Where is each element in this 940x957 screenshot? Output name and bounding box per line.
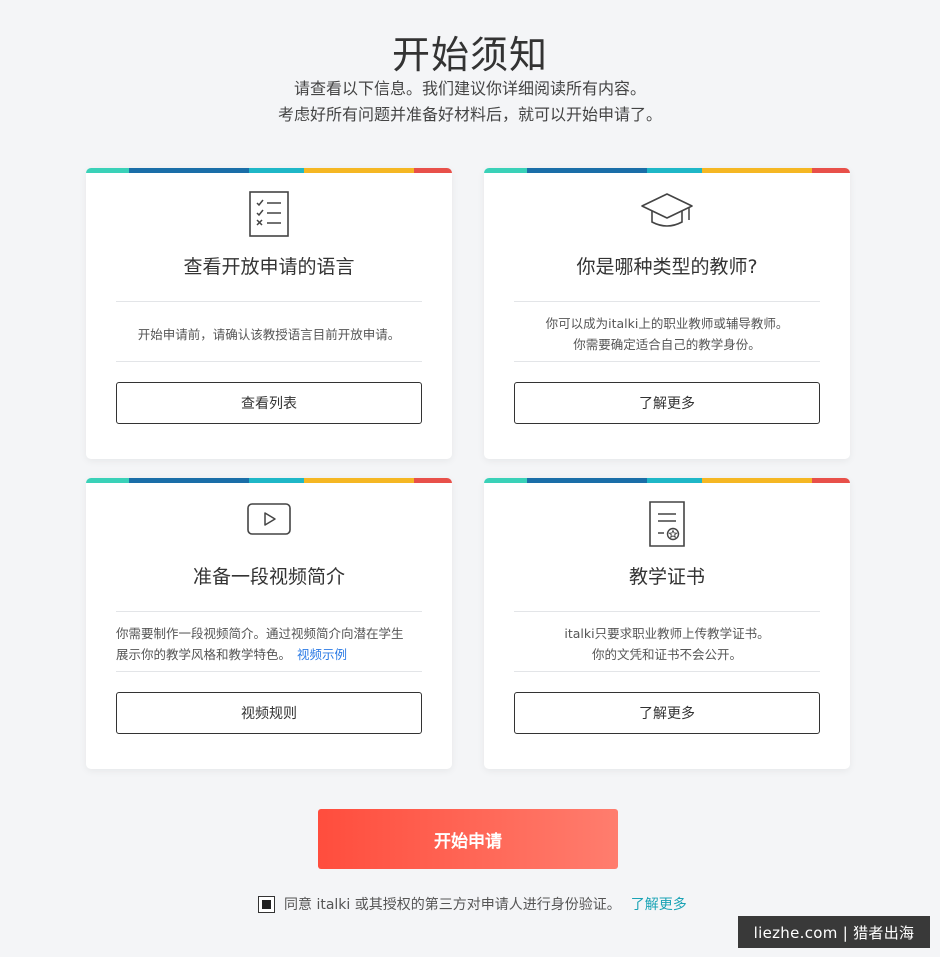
card-description-line: 开始申请前，请确认该教授语言目前开放申请。 xyxy=(137,326,401,342)
divider xyxy=(514,301,820,302)
stripe-segment xyxy=(129,478,249,483)
watermark: liezhe.com | 猎者出海 xyxy=(738,916,930,948)
stripe-segment xyxy=(484,168,527,173)
consent-row: 同意 italki 或其授权的第三方对申请人进行身份验证。 了解更多 xyxy=(258,893,687,915)
card-title: 查看开放申请的语言 xyxy=(183,256,355,278)
card-color-stripe xyxy=(86,168,452,173)
video-rules-button[interactable]: 视频规则 xyxy=(116,692,422,734)
card-description-line: 你可以成为italki上的职业教师或辅导教师。 xyxy=(545,316,789,331)
stripe-segment xyxy=(702,478,812,483)
card-description: 你需要制作一段视频简介。通过视频简介向潜在学生 展示你的教学风格和教学特色。 视频… xyxy=(116,621,422,667)
divider xyxy=(116,301,422,302)
stripe-segment xyxy=(86,168,129,173)
stripe-segment xyxy=(527,168,647,173)
start-application-button[interactable]: 开始申请 xyxy=(318,809,618,869)
card-description-line: 你需要确定适合自己的教学身份。 xyxy=(573,337,761,352)
page-subtitle: 请查看以下信息。我们建议你详细阅读所有内容。 考虑好所有问题并准备好材料后，就可… xyxy=(0,76,940,128)
video-play-icon xyxy=(246,502,292,540)
card-open-languages: 查看开放申请的语言 开始申请前，请确认该教授语言目前开放申请。 查看列表 xyxy=(86,168,452,459)
card-description-line: 展示你的教学风格和教学特色。 视频示例 xyxy=(116,644,422,665)
stripe-segment xyxy=(414,478,452,483)
stripe-segment xyxy=(702,168,812,173)
card-description: 开始申请前，请确认该教授语言目前开放申请。 xyxy=(116,311,422,357)
divider xyxy=(514,611,820,612)
stripe-segment xyxy=(304,478,414,483)
card-teaching-certificate: 教学证书 italki只要求职业教师上传教学证书。 你的文凭和证书不会公开。 了… xyxy=(484,478,850,769)
card-color-stripe xyxy=(86,478,452,483)
checklist-icon xyxy=(248,190,290,242)
divider xyxy=(514,361,820,362)
card-description: 你可以成为italki上的职业教师或辅导教师。 你需要确定适合自己的教学身份。 xyxy=(514,311,820,357)
checkbox-checked-mark xyxy=(262,899,271,909)
card-color-stripe xyxy=(484,478,850,483)
subtitle-line-1: 请查看以下信息。我们建议你详细阅读所有内容。 xyxy=(293,79,646,98)
consent-learn-more-link[interactable]: 了解更多 xyxy=(631,894,687,914)
stripe-segment xyxy=(249,168,304,173)
page: 开始须知 请查看以下信息。我们建议你详细阅读所有内容。 考虑好所有问题并准备好材… xyxy=(0,0,940,957)
graduation-cap-icon xyxy=(639,190,695,238)
stripe-segment xyxy=(647,168,702,173)
stripe-segment xyxy=(812,478,850,483)
video-example-link[interactable]: 视频示例 xyxy=(297,647,347,662)
stripe-segment xyxy=(86,478,129,483)
certificate-icon xyxy=(646,500,688,552)
view-list-button[interactable]: 查看列表 xyxy=(116,382,422,424)
stripe-segment xyxy=(414,168,452,173)
stripe-segment xyxy=(129,168,249,173)
consent-text: 同意 italki 或其授权的第三方对申请人进行身份验证。 xyxy=(284,897,621,913)
consent-checkbox[interactable] xyxy=(258,895,275,913)
card-video-intro: 准备一段视频简介 你需要制作一段视频简介。通过视频简介向潜在学生 展示你的教学风… xyxy=(86,478,452,769)
card-description-line: 你的文凭和证书不会公开。 xyxy=(591,647,742,662)
card-description: italki只要求职业教师上传教学证书。 你的文凭和证书不会公开。 xyxy=(514,621,820,667)
learn-more-teacher-type-button[interactable]: 了解更多 xyxy=(514,382,820,424)
divider xyxy=(514,671,820,672)
card-title: 准备一段视频简介 xyxy=(192,566,345,588)
card-description-text: 展示你的教学风格和教学特色。 xyxy=(116,647,292,662)
learn-more-certificate-button[interactable]: 了解更多 xyxy=(514,692,820,734)
card-description-line: 你需要制作一段视频简介。通过视频简介向潜在学生 xyxy=(116,626,404,641)
page-title: 开始须知 xyxy=(391,33,548,77)
stripe-segment xyxy=(527,478,647,483)
card-color-stripe xyxy=(484,168,850,173)
stripe-segment xyxy=(249,478,304,483)
stripe-segment xyxy=(484,478,527,483)
stripe-segment xyxy=(812,168,850,173)
stripe-segment xyxy=(304,168,414,173)
stripe-segment xyxy=(647,478,702,483)
card-teacher-type: 你是哪种类型的教师? 你可以成为italki上的职业教师或辅导教师。 你需要确定… xyxy=(484,168,850,459)
divider xyxy=(116,361,422,362)
divider xyxy=(116,671,422,672)
card-title: 教学证书 xyxy=(628,566,705,588)
card-title: 你是哪种类型的教师? xyxy=(576,256,758,278)
subtitle-line-2: 考虑好所有问题并准备好材料后，就可以开始申请了。 xyxy=(277,105,662,124)
card-description-line: italki只要求职业教师上传教学证书。 xyxy=(564,626,770,641)
divider xyxy=(116,611,422,612)
